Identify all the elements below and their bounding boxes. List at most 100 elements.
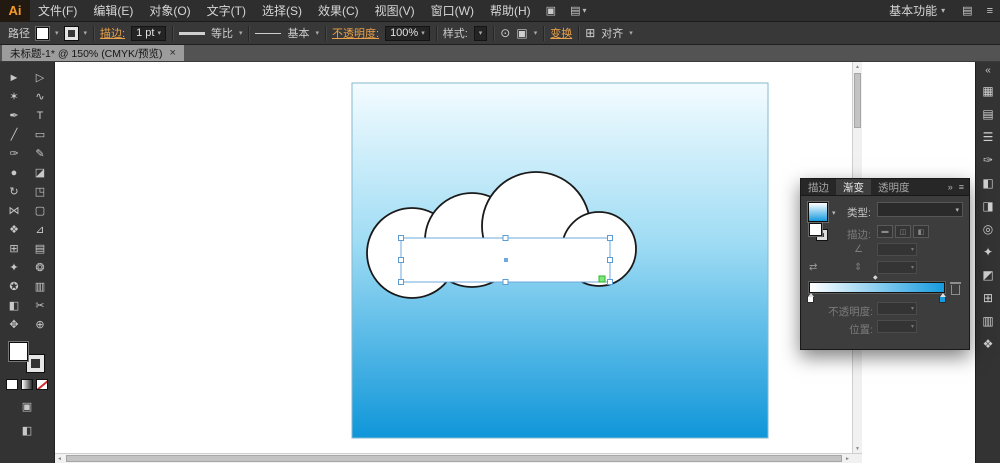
- scroll-down-icon[interactable]: ▼: [853, 444, 862, 453]
- dock-panel-icon[interactable]: ◧: [979, 175, 998, 191]
- panel-flyout-menu-icon[interactable]: ≡: [959, 182, 964, 192]
- stroke-color-proxy[interactable]: [26, 354, 45, 373]
- pencil-tool[interactable]: ✎: [27, 144, 53, 163]
- tab-transparency[interactable]: 透明度: [871, 179, 917, 195]
- gradient-midpoint-icon[interactable]: ◆: [873, 274, 878, 281]
- color-button[interactable]: [6, 379, 18, 390]
- selection-handle[interactable]: [398, 235, 404, 241]
- aspect-ratio-field[interactable]: ▾: [877, 261, 917, 274]
- scroll-left-icon[interactable]: ◄: [55, 454, 64, 463]
- stop-opacity-field[interactable]: ▾: [877, 302, 917, 315]
- selection-handle[interactable]: [607, 257, 613, 263]
- collapse-panel-icon[interactable]: »: [948, 182, 953, 192]
- selection-handle[interactable]: [502, 235, 509, 241]
- stop-location-field[interactable]: ▾: [877, 320, 917, 333]
- perspective-grid-tool[interactable]: ⊿: [27, 220, 53, 239]
- stroke-color-control[interactable]: [64, 26, 78, 40]
- symbol-sprayer-tool[interactable]: ✪: [1, 277, 27, 296]
- recolor-artwork-icon[interactable]: ⊙: [500, 26, 510, 40]
- caret-down-icon[interactable]: ▾: [315, 29, 319, 37]
- selection-handle[interactable]: [607, 235, 613, 241]
- gradient-angle-field[interactable]: ▾: [877, 243, 917, 256]
- gradient-across-stroke-button[interactable]: ◧: [913, 225, 929, 238]
- gradient-tool[interactable]: ▤: [27, 239, 53, 258]
- document-layout-icon[interactable]: ▤ ▾: [570, 4, 586, 17]
- blend-tool[interactable]: ❂: [27, 258, 53, 277]
- line-segment-tool[interactable]: ╱: [1, 125, 27, 144]
- gradient-stop-white[interactable]: [807, 293, 814, 303]
- lasso-tool[interactable]: ∿: [27, 87, 53, 106]
- dock-panel-icon[interactable]: ❖: [979, 336, 998, 352]
- selection-handle[interactable]: [398, 257, 404, 263]
- arrange-documents-icon[interactable]: ▣: [546, 4, 556, 17]
- gradient-fill-proxy[interactable]: [809, 223, 822, 236]
- opacity-field[interactable]: 100% ▾: [385, 25, 430, 41]
- gradient-stop-blue[interactable]: [939, 293, 946, 303]
- brush-definition-value[interactable]: 基本: [287, 25, 309, 41]
- reverse-gradient-icon[interactable]: ⇄: [809, 262, 817, 273]
- zoom-tool[interactable]: ⊕: [27, 315, 53, 334]
- fill-color-control[interactable]: [36, 26, 49, 40]
- opacity-label[interactable]: 不透明度:: [332, 25, 379, 41]
- caret-down-icon[interactable]: ▾: [55, 29, 59, 37]
- vertical-scroll-thumb[interactable]: [854, 73, 861, 128]
- scroll-up-icon[interactable]: ▲: [853, 62, 862, 71]
- selection-handle[interactable]: [502, 279, 509, 285]
- menu-grid-icon[interactable]: ▤: [962, 4, 972, 17]
- stroke-profile-value[interactable]: 等比: [211, 25, 233, 41]
- rectangle-tool[interactable]: ▭: [27, 125, 53, 144]
- slice-tool[interactable]: ✂: [27, 296, 53, 315]
- width-tool[interactable]: ⋈: [1, 201, 27, 220]
- artboard-tool[interactable]: ◧: [1, 296, 27, 315]
- graphic-style-select[interactable]: ▾: [473, 25, 488, 41]
- magic-wand-tool[interactable]: ✶: [1, 87, 27, 106]
- selection-tool[interactable]: ►: [1, 68, 27, 87]
- gradient-swatch-thumbnail[interactable]: [808, 202, 828, 222]
- dock-panel-icon[interactable]: ◎: [979, 221, 998, 237]
- workspace-switcher[interactable]: 基本功能 ▾: [879, 2, 955, 19]
- eyedropper-tool[interactable]: ✦: [1, 258, 27, 277]
- caret-down-icon[interactable]: ▾: [239, 29, 243, 37]
- free-transform-tool[interactable]: ▢: [27, 201, 53, 220]
- mesh-tool[interactable]: ⊞: [1, 239, 27, 258]
- expand-panels-icon[interactable]: «: [985, 65, 991, 76]
- menu-object[interactable]: 对象(O): [141, 0, 198, 22]
- gradient-within-stroke-button[interactable]: ▬: [877, 225, 893, 238]
- menu-edit[interactable]: 编辑(E): [85, 0, 141, 22]
- tab-stroke[interactable]: 描边: [801, 179, 836, 195]
- caret-down-icon[interactable]: ▾: [534, 29, 538, 37]
- delete-stop-icon[interactable]: [950, 282, 961, 295]
- blob-brush-tool[interactable]: ●: [1, 163, 27, 182]
- dock-panel-icon[interactable]: ☰: [979, 129, 998, 145]
- dock-panel-icon[interactable]: ✦: [979, 244, 998, 260]
- menu-view[interactable]: 视图(V): [367, 0, 423, 22]
- menu-help[interactable]: 帮助(H): [482, 0, 539, 22]
- gradient-slider[interactable]: [809, 282, 945, 293]
- gradient-along-stroke-button[interactable]: ◫: [895, 225, 911, 238]
- pen-tool[interactable]: ✒: [1, 106, 27, 125]
- menu-effect[interactable]: 效果(C): [310, 0, 367, 22]
- align-link[interactable]: 对齐: [601, 25, 623, 41]
- shape-builder-tool[interactable]: ❖: [1, 220, 27, 239]
- menu-window[interactable]: 窗口(W): [423, 0, 482, 22]
- none-button[interactable]: [36, 379, 48, 390]
- close-icon[interactable]: ×: [169, 47, 175, 59]
- dock-panel-icon[interactable]: ▦: [979, 83, 998, 99]
- paintbrush-tool[interactable]: ✑: [1, 144, 27, 163]
- tab-gradient[interactable]: 渐变: [836, 179, 871, 195]
- dock-panel-icon[interactable]: ◩: [979, 267, 998, 283]
- menu-type[interactable]: 文字(T): [199, 0, 254, 22]
- align-panel-icon[interactable]: ⊞: [585, 26, 595, 40]
- rotate-tool[interactable]: ↻: [1, 182, 27, 201]
- selection-handle[interactable]: [398, 279, 404, 285]
- direct-selection-tool[interactable]: ▷: [27, 68, 53, 87]
- hand-tool[interactable]: ✥: [1, 315, 27, 334]
- stroke-weight-field[interactable]: 1 pt ▾: [131, 25, 166, 41]
- scale-tool[interactable]: ◳: [27, 182, 53, 201]
- draw-mode-button[interactable]: ▣: [22, 397, 32, 416]
- caret-down-icon[interactable]: ▾: [832, 209, 836, 217]
- stroke-weight-label[interactable]: 描边:: [100, 25, 125, 41]
- horizontal-scroll-thumb[interactable]: [66, 455, 842, 462]
- panel-menu-icon[interactable]: ≡: [987, 5, 993, 17]
- horizontal-scrollbar[interactable]: ◄ ►: [55, 453, 862, 463]
